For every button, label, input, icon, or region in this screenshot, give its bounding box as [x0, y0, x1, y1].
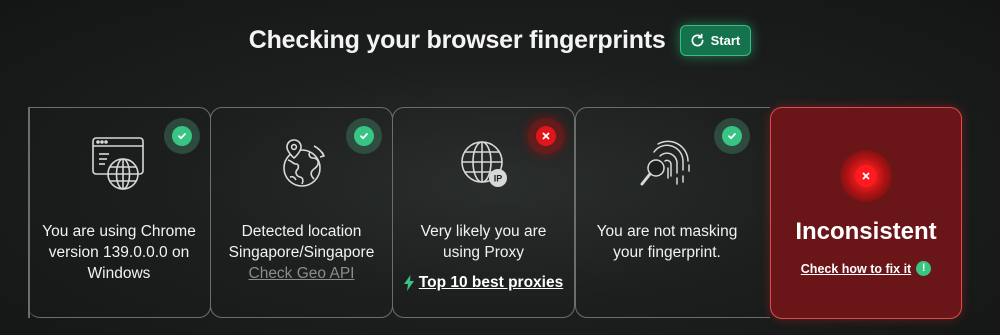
text-line: You are not masking — [596, 223, 738, 240]
best-proxies-label: Top 10 best proxies — [418, 274, 564, 291]
check-icon — [360, 133, 368, 140]
fix-row: Check how to fix it ! — [771, 261, 961, 276]
fingerprint-info-text: You are not masking your fingerprint. — [576, 221, 770, 263]
refresh-icon — [691, 33, 704, 46]
browser-globe-icon — [87, 132, 151, 196]
check-icon — [178, 133, 186, 140]
result-card: Inconsistent Check how to fix it ! — [770, 107, 962, 319]
text-line: Windows — [87, 265, 151, 282]
text-line: You are using Chrome — [42, 223, 196, 240]
location-info-text: Detected location Singapore/Singapore Ch… — [211, 221, 392, 284]
status-error-badge — [528, 118, 564, 154]
check-how-to-fix-link[interactable]: Check how to fix it — [801, 262, 911, 276]
ip-label: IP — [493, 174, 502, 184]
location-card: Detected location Singapore/Singapore Ch… — [210, 107, 393, 318]
proxy-card: IP Very likely you are using Proxy Top 1… — [392, 107, 575, 318]
earth-location-icon — [270, 132, 334, 196]
status-ok-badge — [346, 118, 382, 154]
browser-card: You are using Chrome version 139.0.0.0 o… — [28, 107, 211, 318]
fingerprint-magnifier-icon — [634, 132, 698, 196]
header: Checking your browser fingerprints Start — [0, 20, 1000, 60]
text-line: Detected location — [241, 223, 362, 240]
status-ok-badge — [164, 118, 200, 154]
info-icon: ! — [916, 261, 932, 276]
start-button[interactable]: Start — [679, 24, 752, 56]
fingerprint-card: You are not masking your fingerprint. — [575, 107, 770, 318]
start-button-label: Start — [710, 32, 741, 48]
lightning-icon — [403, 274, 414, 291]
close-icon — [862, 172, 870, 180]
page-title: Checking your browser fingerprints — [248, 25, 666, 54]
best-proxies-link[interactable]: Top 10 best proxies — [403, 272, 564, 293]
check-icon — [728, 133, 736, 140]
proxy-info-text: Very likely you are using Proxy Top 10 b… — [393, 221, 574, 297]
globe-ip-icon: IP — [452, 132, 516, 196]
text-line: using Proxy — [443, 244, 524, 261]
close-icon — [542, 132, 550, 140]
check-geo-api-link[interactable]: Check Geo API — [249, 265, 355, 282]
text-line: Singapore/Singapore — [228, 244, 375, 261]
status-ok-badge — [714, 118, 750, 154]
text-line: version 139.0.0.0 on — [48, 244, 190, 261]
verdict-text: Inconsistent — [795, 218, 937, 245]
browser-info-text: You are using Chrome version 139.0.0.0 o… — [28, 221, 210, 284]
status-error-badge — [840, 150, 892, 202]
text-line: your fingerprint. — [613, 244, 721, 261]
text-line: Very likely you are — [420, 223, 547, 240]
